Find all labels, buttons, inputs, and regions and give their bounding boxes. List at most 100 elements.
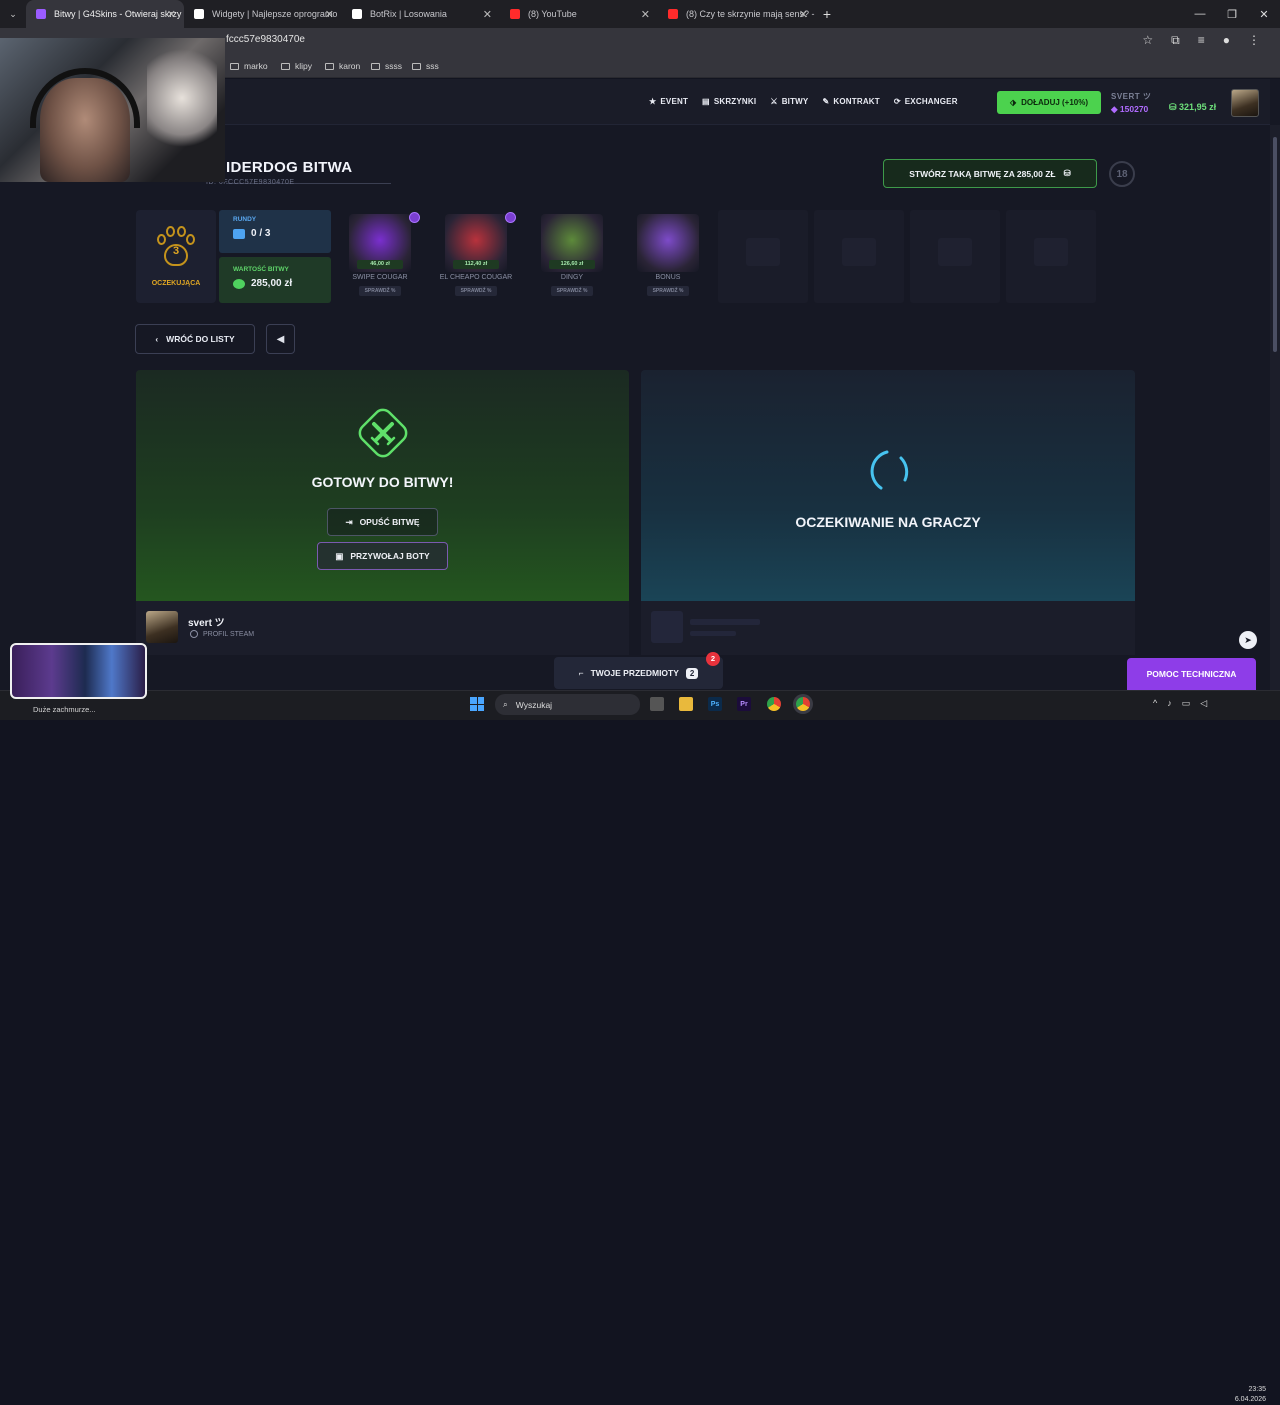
empty-case-slot xyxy=(910,210,1000,303)
weather-widget[interactable]: Duże zachmurze... xyxy=(33,705,96,714)
browser-tab[interactable]: Bitwy | G4Skins - Otwieraj skrzy ✕ xyxy=(26,0,184,28)
case-card[interactable]: BONUS SPRAWDŹ % xyxy=(623,210,713,303)
bookmark-ssss[interactable]: ssss xyxy=(371,61,402,71)
steam-profile-link[interactable]: PROFIL STEAM xyxy=(190,630,254,638)
browser-tab[interactable]: Widgety | Najlepsze oprogramo ✕ xyxy=(184,0,342,28)
browser-tab[interactable]: BotRix | Losowania ✕ xyxy=(342,0,500,28)
bookmark-marko[interactable]: marko xyxy=(230,61,268,71)
case-icon: ▤ xyxy=(702,97,710,106)
empty-case-slot xyxy=(718,210,808,303)
close-tab-icon[interactable]: ✕ xyxy=(641,8,650,21)
nav-link-kontrakt[interactable]: ✎ KONTRAKT xyxy=(822,97,879,106)
battle-value-card: WARTOŚĆ BITWY 285,00 zł xyxy=(219,257,331,303)
extensions-icon[interactable]: ⧉ xyxy=(1171,33,1180,48)
maximize-icon[interactable]: ❐ xyxy=(1216,8,1248,21)
window-controls: — ❐ ✕ xyxy=(1184,0,1280,28)
browser-tab[interactable]: (8) YouTube ✕ xyxy=(500,0,658,28)
webcam-overlay xyxy=(0,38,225,182)
chrome-active-icon[interactable] xyxy=(796,697,810,711)
waiting-heading: OCZEKIWANIE NA GRACZY xyxy=(795,514,981,530)
tab-favicon-icon xyxy=(668,9,678,19)
close-tab-icon[interactable]: ✕ xyxy=(483,8,492,21)
window-preview-thumbnail[interactable] xyxy=(10,643,147,699)
check-odds-button[interactable]: SPRAWDŹ % xyxy=(455,286,497,296)
user-info[interactable]: SVERT ツ ◆ 150270 xyxy=(1111,91,1151,115)
network-icon[interactable]: ▭ xyxy=(1182,698,1191,709)
new-tab-button[interactable]: + xyxy=(816,6,838,22)
rounds-card: RUNDY 0 / 3 xyxy=(219,210,331,253)
file-explorer-icon[interactable] xyxy=(679,697,693,711)
case-image xyxy=(637,214,699,272)
minimize-icon[interactable]: — xyxy=(1184,8,1216,20)
player-avatar xyxy=(146,611,178,643)
browser-tab-strip: ⌄ Bitwy | G4Skins - Otwieraj skrzy ✕ Widge… xyxy=(0,0,1280,28)
check-odds-button[interactable]: SPRAWDŹ % xyxy=(551,286,593,296)
your-items-button[interactable]: ⌐ TWOJE PRZEDMIOTY 2 2 xyxy=(554,652,723,689)
microphone-icon[interactable]: ♪ xyxy=(1167,698,1172,709)
create-same-battle-button[interactable]: STWÓRZ TAKĄ BITWĘ ZA 285,00 ZŁ ⛁ xyxy=(883,159,1097,188)
search-icon: ⌕ xyxy=(503,699,508,709)
tab-favicon-icon xyxy=(194,9,204,19)
rocket-icon[interactable]: ➤ xyxy=(1239,631,1257,649)
nav-link-skrzynki[interactable]: ▤ SKRZYNKI xyxy=(702,97,756,106)
media-icon[interactable]: ≡ xyxy=(1198,33,1205,48)
call-bots-button[interactable]: ▣ PRZYWOŁAJ BOTY xyxy=(317,542,448,570)
check-odds-button[interactable]: SPRAWDŹ % xyxy=(647,286,689,296)
robot-icon: ▣ xyxy=(335,550,344,561)
empty-case-slot xyxy=(1006,210,1096,303)
case-card[interactable]: 46,00 zł SWIPE COUGAR SPRAWDŹ % xyxy=(335,210,425,303)
battle-title: IDERDOG BITWA xyxy=(226,159,353,176)
bookmark-karon[interactable]: karon xyxy=(325,61,360,71)
volume-icon[interactable]: ◁ xyxy=(1200,698,1207,709)
case-card[interactable]: 112,40 zł EL CHEAPO COUGAR SPRAWDŹ % xyxy=(431,210,521,303)
profile-icon[interactable]: ● xyxy=(1223,33,1230,48)
back-to-list-button[interactable]: ‹ WRÓĆ DO LISTY xyxy=(135,324,255,354)
case-card[interactable]: 126,60 zł DINGY SPRAWDŹ % xyxy=(527,210,617,303)
case-price: 46,00 zł xyxy=(357,260,403,269)
exit-icon: ⇥ xyxy=(345,516,353,527)
deposit-button[interactable]: ⬗ DOŁADUJ (+10%) xyxy=(997,91,1101,114)
players-count: 3 xyxy=(172,245,180,257)
empty-case-slot xyxy=(814,210,904,303)
battle-value: 285,00 zł xyxy=(251,278,293,289)
tab-search-dropdown-icon[interactable]: ⌄ xyxy=(0,9,26,20)
placeholder-line xyxy=(690,631,736,636)
speaker-icon: ◀ xyxy=(276,333,285,345)
browser-tab[interactable]: (8) Czy te skrzynie mają sens? - ✕ xyxy=(658,0,816,28)
battle-status-card: 3 OCZEKUJĄCA xyxy=(136,210,216,303)
nav-link-exchanger[interactable]: ⟳ EXCHANGER xyxy=(894,97,958,106)
windows-start-icon[interactable] xyxy=(470,697,484,711)
status-label: OCZEKUJĄCA xyxy=(151,280,201,287)
task-view-icon[interactable] xyxy=(650,697,664,711)
chevron-up-icon[interactable]: ^ xyxy=(1153,698,1157,709)
bookmark-klipy[interactable]: klipy xyxy=(281,61,312,71)
close-tab-icon[interactable]: ✕ xyxy=(325,8,334,21)
taskbar-search[interactable]: ⌕ Wyszukaj xyxy=(495,694,640,715)
tab-favicon-icon xyxy=(352,9,362,19)
chrome-icon[interactable] xyxy=(767,697,781,711)
bookmark-sss[interactable]: sss xyxy=(412,61,439,71)
clock[interactable]: 23:35 6.04.2026 xyxy=(1235,1385,1266,1405)
avatar[interactable] xyxy=(1231,89,1259,117)
sound-toggle-button[interactable]: ◀ xyxy=(266,324,295,354)
tech-support-button[interactable]: POMOC TECHNICZNA xyxy=(1127,658,1256,690)
tab-favicon-icon xyxy=(510,9,520,19)
premiere-icon[interactable]: Pr xyxy=(737,697,751,711)
page-scrollbar[interactable] xyxy=(1270,125,1280,720)
nav-link-bitwy[interactable]: ⚔ BITWY xyxy=(770,97,808,106)
nav-link-event[interactable]: ★ EVENT xyxy=(649,97,688,106)
leave-battle-button[interactable]: ⇥ OPUŚĆ BITWĘ xyxy=(327,508,438,536)
photoshop-icon[interactable]: Ps xyxy=(708,697,722,711)
close-icon[interactable]: ✕ xyxy=(1248,8,1280,21)
coin-stack-icon: ⛁ xyxy=(1063,168,1071,178)
items-count: 2 xyxy=(685,667,699,679)
check-odds-button[interactable]: SPRAWDŹ % xyxy=(359,286,401,296)
menu-icon[interactable]: ⋮ xyxy=(1248,33,1260,48)
close-tab-icon[interactable]: ✕ xyxy=(799,8,808,21)
wallet-balance: ⛁ 321,95 zł xyxy=(1169,102,1217,112)
url-field[interactable]: fccc57e9830470e xyxy=(226,34,305,45)
bookmark-star-icon[interactable]: ☆ xyxy=(1142,33,1153,48)
close-tab-icon[interactable]: ✕ xyxy=(167,8,176,21)
steam-icon xyxy=(190,630,198,638)
battle-icon: ⚔ xyxy=(770,97,778,106)
